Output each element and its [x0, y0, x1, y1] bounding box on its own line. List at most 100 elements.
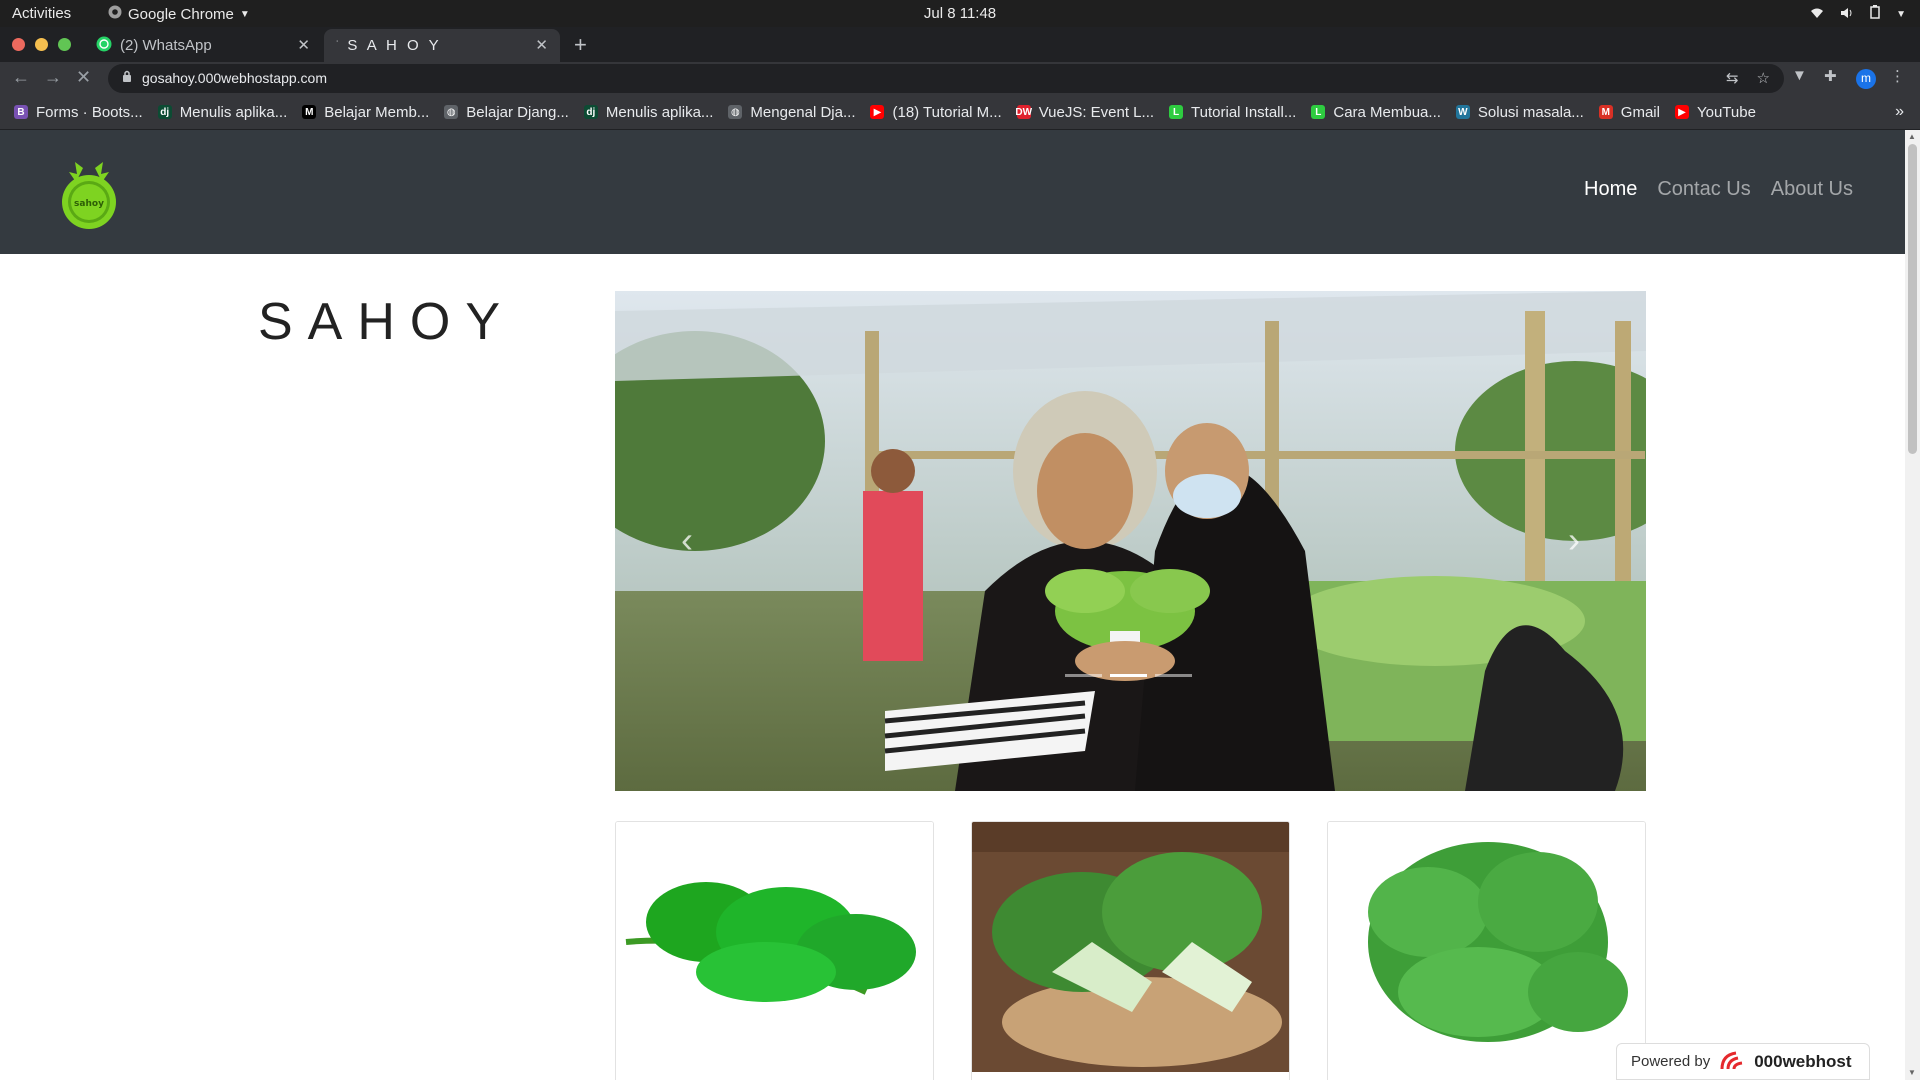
bookmarks-bar: B Forms · Boots... dj Menulis aplika... M Bel…: [0, 95, 1920, 130]
bookmark-item[interactable]: ▶ YouTube: [1674, 103, 1756, 121]
bookmark-label: Cara Membua...: [1333, 103, 1441, 121]
bookmark-item[interactable]: dj Menulis aplika...: [583, 103, 714, 121]
app-menu-label: Google Chrome: [128, 5, 234, 23]
extension-vue-icon[interactable]: ▼: [1792, 67, 1807, 84]
app-menu[interactable]: Google Chrome ▼: [108, 5, 250, 23]
page-viewport: sahoy Home Contac Us About Us SAHOY ‹ › …: [0, 130, 1920, 1080]
minimize-window-button[interactable]: [35, 38, 48, 51]
hero-carousel[interactable]: ‹ ›: [615, 291, 1646, 791]
bookmark-item[interactable]: DW VueJS: Event L...: [1015, 103, 1155, 121]
scroll-down-arrow-icon[interactable]: ▼: [1908, 1068, 1916, 1077]
window-controls: [12, 38, 71, 51]
tab-sahoy[interactable]: ˙ S A H O Y ✕: [324, 29, 560, 62]
close-tab-icon[interactable]: ✕: [297, 36, 310, 54]
close-tab-icon[interactable]: ✕: [535, 36, 548, 54]
bookmark-item[interactable]: W Solusi masala...: [1455, 103, 1584, 121]
site-navbar: sahoy Home Contac Us About Us: [0, 130, 1905, 254]
bookmark-label: Gmail: [1620, 103, 1660, 121]
battery-icon: [1870, 5, 1880, 23]
tab-whatsapp[interactable]: (2) WhatsApp ✕: [84, 29, 322, 62]
address-bar[interactable]: gosahoy.000webhostapp.com ⇆ ☆: [108, 64, 1784, 93]
gmail-icon: M: [1598, 105, 1613, 119]
bookmark-star-icon[interactable]: ☆: [1757, 69, 1770, 87]
celery-leaves-image: [616, 822, 933, 1072]
bookmarks-overflow-icon[interactable]: »: [1895, 103, 1904, 121]
bookmark-label: Mengenal Dja...: [750, 103, 856, 121]
bookmark-label: Solusi masala...: [1477, 103, 1584, 121]
system-menu-caret-icon: ▼: [1896, 8, 1906, 20]
leaf-icon: L: [1311, 105, 1326, 119]
bookmark-label: YouTube: [1696, 103, 1756, 121]
bookmark-item[interactable]: ◍ Mengenal Dja...: [728, 104, 855, 121]
bookmark-item[interactable]: L Cara Membua...: [1311, 104, 1441, 121]
volume-icon: [1840, 6, 1854, 23]
bookmark-item[interactable]: M Gmail: [1598, 103, 1660, 121]
product-card[interactable]: [971, 821, 1290, 1080]
bookmark-label: (18) Tutorial M...: [892, 103, 1002, 121]
maximize-window-button[interactable]: [58, 38, 71, 51]
carousel-prev-icon[interactable]: ‹: [681, 519, 693, 561]
powered-by-label: Powered by: [1631, 1053, 1711, 1070]
forward-arrow-icon[interactable]: →: [44, 67, 62, 88]
carousel-next-icon[interactable]: ›: [1568, 519, 1580, 561]
system-tray[interactable]: ▼: [1810, 5, 1906, 23]
bookmark-item[interactable]: M Belajar Memb...: [302, 104, 429, 121]
bookmark-label: Menulis aplika...: [605, 103, 714, 121]
page-title: SAHOY: [258, 293, 516, 351]
carousel-indicators: [1065, 674, 1192, 677]
extensions-puzzle-icon[interactable]: ✚: [1824, 67, 1837, 85]
nav-about-link[interactable]: About Us: [1771, 178, 1853, 201]
wifi-icon: [1810, 6, 1824, 23]
loading-favicon-icon: ˙: [336, 40, 340, 51]
activities-button[interactable]: Activities: [12, 5, 71, 22]
back-arrow-icon[interactable]: ←: [12, 67, 30, 88]
chrome-tab-strip: (2) WhatsApp ✕ ˙ S A H O Y ✕ +: [0, 27, 1920, 62]
page-scrollbar[interactable]: ▲ ▼: [1905, 130, 1920, 1080]
product-card[interactable]: [1327, 821, 1646, 1080]
leaf-icon: L: [1169, 105, 1184, 119]
chrome-menu-icon[interactable]: ⋮: [1890, 67, 1905, 85]
tab-title: (2) WhatsApp: [120, 37, 212, 54]
globe-icon: ◍: [728, 105, 743, 119]
nav-home-link[interactable]: Home: [1584, 178, 1637, 201]
close-window-button[interactable]: [12, 38, 25, 51]
scrollbar-thumb[interactable]: [1908, 144, 1917, 454]
carousel-indicator[interactable]: [1065, 674, 1102, 677]
system-top-bar: Activities Google Chrome ▼ Jul 8 11:48 ▼: [0, 0, 1920, 27]
bookmark-label: Belajar Djang...: [466, 103, 569, 121]
system-clock[interactable]: Jul 8 11:48: [0, 5, 1920, 22]
powered-by-badge[interactable]: Powered by 000webhost: [1616, 1043, 1870, 1080]
lock-icon[interactable]: [122, 70, 132, 88]
chrome-icon: [108, 5, 122, 23]
bookmark-label: VueJS: Event L...: [1038, 103, 1155, 121]
django-icon: dj: [583, 105, 598, 119]
profile-avatar[interactable]: m: [1856, 69, 1876, 89]
sahoy-logo[interactable]: sahoy: [58, 152, 120, 234]
pakcoy-image: [972, 822, 1289, 1072]
site-menu: Home Contac Us About Us: [1584, 178, 1853, 201]
carousel-indicator[interactable]: [1110, 674, 1147, 677]
carousel-indicator[interactable]: [1155, 674, 1192, 677]
bookmark-item[interactable]: ◍ Belajar Djang...: [444, 104, 569, 121]
tab-title: S A H O Y: [347, 37, 442, 54]
dw-icon: DW: [1015, 105, 1033, 119]
product-card[interactable]: [615, 821, 934, 1080]
translate-icon[interactable]: ⇆: [1726, 69, 1739, 87]
000webhost-logo-icon: [1718, 1049, 1746, 1075]
bookmark-item[interactable]: dj Menulis aplika...: [157, 104, 287, 121]
bookmark-label: Belajar Memb...: [324, 103, 430, 121]
nav-contact-link[interactable]: Contac Us: [1657, 178, 1750, 201]
bookmark-item[interactable]: ▶ (18) Tutorial M...: [870, 103, 1002, 121]
product-cards: [615, 821, 1646, 1080]
url-text[interactable]: gosahoy.000webhostapp.com: [142, 70, 327, 86]
scroll-up-arrow-icon[interactable]: ▲: [1908, 132, 1916, 141]
bookmark-item[interactable]: L Tutorial Install...: [1169, 104, 1296, 121]
globe-icon: ◍: [444, 105, 459, 119]
medium-icon: M: [302, 105, 317, 119]
new-tab-icon[interactable]: +: [574, 32, 587, 58]
stop-loading-icon[interactable]: ✕: [76, 67, 91, 88]
powered-by-brand: 000webhost: [1754, 1051, 1852, 1071]
chrome-toolbar: ← → ✕ gosahoy.000webhostapp.com ⇆ ☆ ▼ ✚ …: [0, 62, 1920, 95]
bookmark-item[interactable]: B Forms · Boots...: [14, 104, 143, 121]
carousel-slide-image: [615, 291, 1646, 791]
